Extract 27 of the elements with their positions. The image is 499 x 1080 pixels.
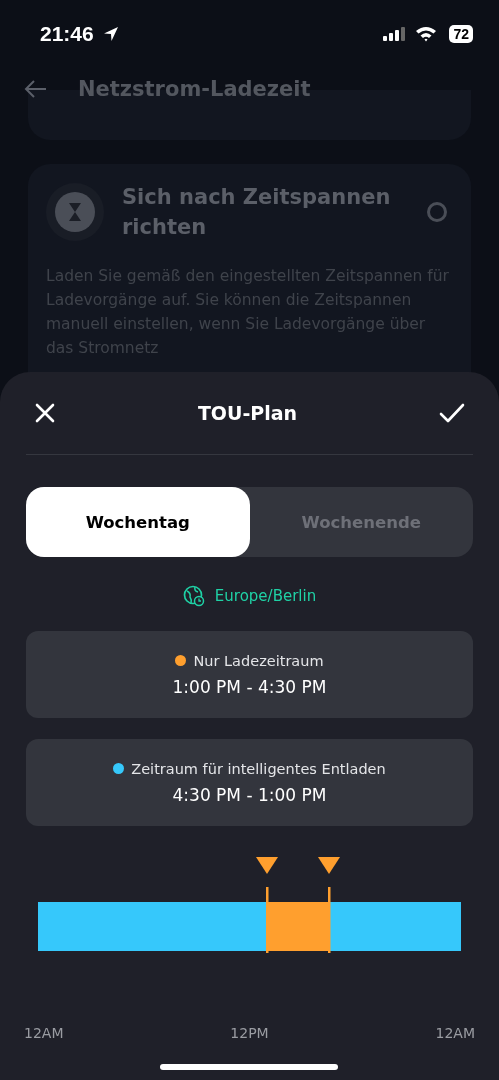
close-icon[interactable] <box>34 402 56 424</box>
charging-window <box>267 902 329 951</box>
status-time: 21:46 <box>40 22 94 46</box>
period-name: Zeitraum für intelligentes Entladen <box>131 760 386 777</box>
time-axis-label: 12PM <box>230 1025 269 1041</box>
wifi-icon <box>415 26 438 42</box>
period-time-range: 1:00 PM - 4:30 PM <box>172 676 327 697</box>
day-tab[interactable]: Wochentag <box>26 487 250 557</box>
location-arrow-icon <box>101 25 120 43</box>
time-axis-label: 12AM <box>24 1025 64 1041</box>
checkmark-icon[interactable] <box>439 402 465 424</box>
sheet-title: TOU-Plan <box>197 402 298 424</box>
globe-clock-icon <box>182 585 205 607</box>
timezone-label: Europe/Berlin <box>214 587 317 605</box>
signal-icon <box>383 27 408 41</box>
period-card[interactable]: Nur Ladezeitraum 1:00 PM - 4:30 PM <box>26 631 473 718</box>
period-time-range: 4:30 PM - 1:00 PM <box>172 784 327 805</box>
time-axis-label: 12AM <box>435 1025 475 1041</box>
page-title: Netzstrom-Ladezeit <box>78 77 311 101</box>
period-name: Nur Ladezeitraum <box>193 652 324 669</box>
period-card[interactable]: Zeitraum für intelligentes Entladen 4:30 PM - 1:00 PM <box>26 739 473 826</box>
handle-marker-icon[interactable] <box>317 857 340 953</box>
back-arrow-icon[interactable] <box>24 79 48 99</box>
radio-button[interactable] <box>427 202 447 222</box>
handle-marker-icon[interactable] <box>256 857 279 953</box>
option-title: Sich nach Zeitspannen richten <box>122 184 392 241</box>
battery-level: 72 <box>449 25 473 43</box>
